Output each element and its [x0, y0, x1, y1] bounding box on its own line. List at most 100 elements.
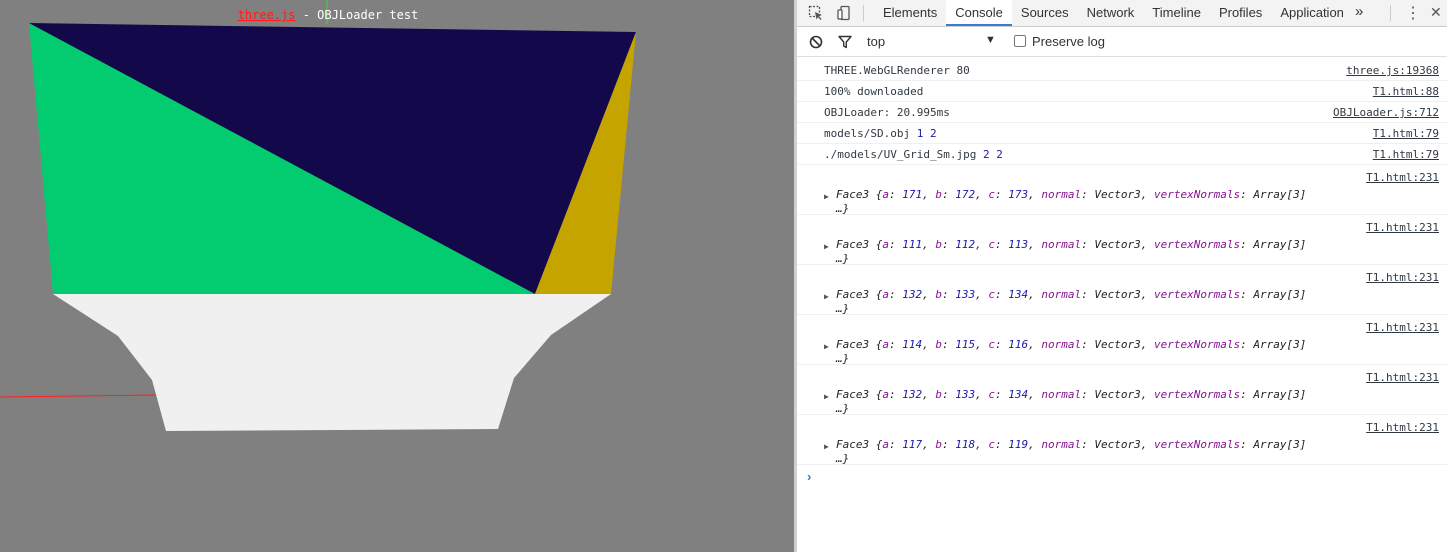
source-link[interactable]: T1.html:79 [1373, 127, 1439, 140]
object-preview[interactable]: Face3 {a: 132, b: 133, c: 134, normal: V… [836, 388, 1306, 401]
prop-key: c [988, 188, 995, 201]
object-preview[interactable]: Face3 {a: 171, b: 172, c: 173, normal: V… [836, 188, 1306, 201]
console-message: 100% downloaded T1.html:88 [797, 81, 1447, 102]
prop-key: a [882, 388, 889, 401]
object-preview[interactable]: Face3 {a: 111, b: 112, c: 113, normal: V… [836, 238, 1306, 251]
console-message: models/SD.obj 1 2 T1.html:79 [797, 123, 1447, 144]
object-class: Face3 [836, 238, 870, 251]
prop-value: 134 [1008, 388, 1029, 401]
prop-key: a [882, 188, 889, 201]
prop-value: Array[3] [1253, 388, 1307, 401]
chevron-down-icon[interactable]: ▼ [985, 34, 996, 46]
message-path: models/SD.obj [824, 127, 911, 140]
source-link[interactable]: OBJLoader.js:712 [1333, 106, 1439, 119]
prop-key: a [882, 288, 889, 301]
message-number: 2 [982, 148, 990, 161]
console-object-row: T1.html:231 ▶ Face3 {a: 111, b: 112, c: 11… [797, 215, 1447, 265]
device-toolbar-icon[interactable] [835, 4, 853, 22]
expand-arrow-icon[interactable]: ▶ [824, 292, 829, 301]
inspect-element-icon[interactable] [807, 4, 825, 22]
prop-key: normal [1041, 338, 1082, 351]
prop-value: 132 [902, 388, 923, 401]
preserve-log-label[interactable]: Preserve log [1032, 34, 1105, 49]
prop-value: Vector3 [1094, 388, 1141, 401]
prop-value: 173 [1008, 188, 1029, 201]
scene-canvas[interactable] [0, 0, 794, 552]
console-toolbar: top ▼ Preserve log [797, 27, 1447, 57]
console-prompt[interactable]: › [807, 469, 811, 484]
screen: three.js - OBJLoader test Elements Conso… [0, 0, 1447, 552]
source-link[interactable]: three.js:19368 [1346, 64, 1439, 77]
more-tabs-chevron-icon[interactable]: » [1355, 3, 1363, 20]
tab-timeline[interactable]: Timeline [1143, 0, 1210, 26]
prop-value: Array[3] [1253, 438, 1307, 451]
prop-value: Vector3 [1094, 288, 1141, 301]
prop-key: normal [1041, 388, 1082, 401]
source-link[interactable]: T1.html:231 [1366, 321, 1439, 334]
source-link[interactable]: T1.html:79 [1373, 148, 1439, 161]
prop-value: 132 [902, 288, 923, 301]
source-link[interactable]: T1.html:231 [1366, 421, 1439, 434]
devtools-tabs: Elements Console Sources Network Timelin… [874, 0, 1353, 26]
object-preview[interactable]: Face3 {a: 132, b: 133, c: 134, normal: V… [836, 288, 1306, 301]
prop-key: vertexNormals [1153, 438, 1241, 451]
prop-value: Array[3] [1253, 338, 1307, 351]
toolbar-separator [1390, 5, 1391, 21]
tab-sources[interactable]: Sources [1012, 0, 1078, 26]
kebab-menu-icon[interactable]: ⋮ [1405, 3, 1421, 23]
source-link[interactable]: T1.html:231 [1366, 221, 1439, 234]
console-message: THREE.WebGLRenderer 80 three.js:19368 [797, 60, 1447, 81]
source-link[interactable]: T1.html:231 [1366, 371, 1439, 384]
prop-key: vertexNormals [1153, 188, 1241, 201]
object-preview[interactable]: Face3 {a: 114, b: 115, c: 116, normal: V… [836, 338, 1306, 351]
prop-value: 117 [902, 438, 923, 451]
expand-arrow-icon[interactable]: ▶ [824, 192, 829, 201]
tab-profiles[interactable]: Profiles [1210, 0, 1271, 26]
threejs-link[interactable]: three.js [238, 8, 296, 22]
prop-value: 171 [902, 188, 923, 201]
prop-value: 119 [1008, 438, 1029, 451]
prop-key: c [988, 288, 995, 301]
filter-icon[interactable] [836, 33, 854, 51]
console-message: ./models/UV_Grid_Sm.jpg 2 2 T1.html:79 [797, 144, 1447, 165]
prop-value: 114 [902, 338, 923, 351]
console-object-row: T1.html:231 ▶ Face3 {a: 132, b: 133, c: 13… [797, 365, 1447, 415]
object-class: Face3 [836, 288, 870, 301]
object-preview[interactable]: Face3 {a: 117, b: 118, c: 119, normal: V… [836, 438, 1306, 451]
preserve-log-checkbox[interactable] [1014, 35, 1026, 47]
tab-application[interactable]: Application [1271, 0, 1353, 26]
prop-value: 134 [1008, 288, 1029, 301]
prop-key: a [882, 238, 889, 251]
expand-arrow-icon[interactable]: ▶ [824, 342, 829, 351]
object-preview-ellipsis: …} [836, 352, 850, 365]
prop-key: c [988, 388, 995, 401]
source-link[interactable]: T1.html:88 [1373, 85, 1439, 98]
expand-arrow-icon[interactable]: ▶ [824, 392, 829, 401]
expand-arrow-icon[interactable]: ▶ [824, 442, 829, 451]
prop-key: c [988, 238, 995, 251]
prop-key: vertexNormals [1153, 388, 1241, 401]
prop-value: 133 [955, 388, 976, 401]
tab-network[interactable]: Network [1078, 0, 1144, 26]
prop-key: vertexNormals [1153, 288, 1241, 301]
prop-key: normal [1041, 238, 1082, 251]
source-link[interactable]: T1.html:231 [1366, 171, 1439, 184]
face-object-list: T1.html:231 ▶ Face3 {a: 171, b: 172, c: 17… [797, 165, 1447, 465]
expand-arrow-icon[interactable]: ▶ [824, 242, 829, 251]
mesh-face-white [53, 294, 611, 431]
message-text: THREE.WebGLRenderer 80 [824, 64, 970, 77]
prop-value: Vector3 [1094, 338, 1141, 351]
tab-console[interactable]: Console [946, 0, 1012, 26]
source-link[interactable]: T1.html:231 [1366, 271, 1439, 284]
toolbar-separator [863, 5, 864, 21]
clear-console-icon[interactable] [807, 33, 825, 51]
context-select[interactable]: top [867, 34, 885, 49]
prop-value: 113 [1008, 238, 1029, 251]
tab-elements[interactable]: Elements [874, 0, 946, 26]
webgl-viewport[interactable]: three.js - OBJLoader test [0, 0, 794, 552]
object-class: Face3 [836, 438, 870, 451]
console-object-row: T1.html:231 ▶ Face3 {a: 171, b: 172, c: 17… [797, 165, 1447, 215]
message-text: OBJLoader: 20.995ms [824, 106, 950, 119]
prop-key: b [935, 188, 942, 201]
close-icon[interactable]: ✕ [1430, 4, 1442, 21]
